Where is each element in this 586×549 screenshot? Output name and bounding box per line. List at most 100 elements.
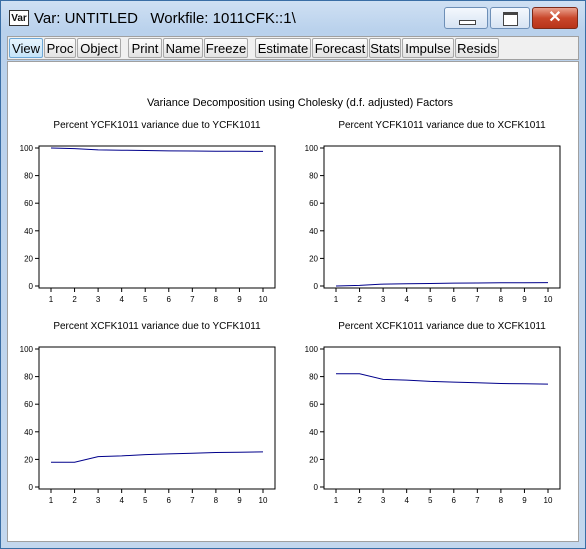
chart-panel-2: Percent YCFK1011 variance due to XCFK101… — [305, 120, 561, 304]
x-tick-label: 7 — [475, 496, 480, 505]
plot-frame — [323, 346, 561, 490]
forecast-button[interactable]: Forecast — [312, 38, 368, 58]
y-tick-label: 40 — [24, 227, 33, 236]
x-tick-label: 3 — [381, 295, 386, 304]
chart-title: Percent YCFK1011 variance due to YCFK101… — [53, 120, 261, 131]
print-button[interactable]: Print — [128, 38, 162, 58]
x-tick-label: 6 — [167, 496, 172, 505]
x-tick-label: 2 — [357, 295, 362, 304]
chart-title: Percent YCFK1011 variance due to XCFK101… — [338, 120, 546, 131]
object-button[interactable]: Object — [77, 38, 121, 58]
x-tick-label: 9 — [237, 496, 242, 505]
y-tick-label: 20 — [309, 455, 318, 464]
x-tick-label: 2 — [357, 496, 362, 505]
plot-frame — [323, 145, 561, 289]
var-app-icon[interactable]: Var — [9, 10, 29, 26]
view-button[interactable]: View — [9, 38, 43, 58]
plot-frame — [38, 346, 276, 490]
name-button[interactable]: Name — [163, 38, 203, 58]
x-tick-label: 7 — [190, 295, 195, 304]
x-tick-label: 5 — [428, 496, 433, 505]
y-tick-label: 60 — [309, 400, 318, 409]
x-tick-label: 6 — [167, 295, 172, 304]
y-tick-label: 100 — [305, 144, 319, 153]
figure-title: Variance Decomposition using Cholesky (d… — [147, 97, 454, 109]
title-bar[interactable]: Var Var: UNTITLED Workfile: 1011CFK::1\ … — [1, 1, 585, 35]
eviews-var-window: Var Var: UNTITLED Workfile: 1011CFK::1\ … — [0, 0, 586, 549]
x-tick-label: 9 — [522, 295, 527, 304]
y-tick-label: 40 — [24, 428, 33, 437]
x-tick-label: 4 — [404, 496, 409, 505]
chart-title: Percent XCFK1011 variance due to YCFK101… — [53, 321, 261, 332]
chart-panel-3: Percent XCFK1011 variance due to YCFK101… — [20, 321, 276, 505]
plot-frame — [38, 145, 276, 289]
x-tick-label: 2 — [72, 496, 77, 505]
x-tick-label: 3 — [96, 496, 101, 505]
resids-button[interactable]: Resids — [455, 38, 499, 58]
graph-area: Variance Decomposition using Cholesky (d… — [7, 61, 579, 542]
stats-button[interactable]: Stats — [369, 38, 401, 58]
x-tick-label: 1 — [334, 496, 339, 505]
x-tick-label: 4 — [119, 295, 124, 304]
y-tick-label: 80 — [24, 172, 33, 181]
x-tick-label: 4 — [404, 295, 409, 304]
x-tick-label: 5 — [428, 295, 433, 304]
freeze-button[interactable]: Freeze — [204, 38, 248, 58]
y-tick-label: 0 — [314, 483, 319, 492]
x-tick-label: 5 — [143, 295, 148, 304]
maximize-button[interactable] — [490, 7, 530, 29]
x-tick-label: 8 — [499, 295, 504, 304]
impulse-button[interactable]: Impulse — [402, 38, 454, 58]
y-tick-label: 60 — [24, 400, 33, 409]
y-tick-label: 0 — [29, 282, 34, 291]
proc-button[interactable]: Proc — [44, 38, 76, 58]
y-tick-label: 0 — [29, 483, 34, 492]
y-tick-label: 0 — [314, 282, 319, 291]
x-tick-label: 10 — [544, 295, 553, 304]
x-tick-label: 10 — [544, 496, 553, 505]
y-tick-label: 80 — [309, 172, 318, 181]
y-tick-label: 20 — [309, 254, 318, 263]
x-tick-label: 3 — [96, 295, 101, 304]
x-tick-label: 7 — [475, 295, 480, 304]
estimate-button[interactable]: Estimate — [255, 38, 311, 58]
x-tick-label: 3 — [381, 496, 386, 505]
x-tick-label: 10 — [259, 496, 268, 505]
close-button[interactable]: ✕ — [532, 7, 578, 29]
minimize-icon — [459, 20, 476, 25]
y-tick-label: 100 — [20, 144, 34, 153]
chart-panel-4: Percent XCFK1011 variance due to XCFK101… — [305, 321, 561, 505]
x-tick-label: 6 — [452, 295, 457, 304]
y-tick-label: 40 — [309, 428, 318, 437]
x-tick-label: 8 — [214, 295, 219, 304]
y-tick-label: 40 — [309, 227, 318, 236]
window-title: Var: UNTITLED Workfile: 1011CFK::1\ — [34, 10, 296, 27]
x-tick-label: 1 — [334, 295, 339, 304]
x-tick-label: 4 — [119, 496, 124, 505]
y-tick-label: 80 — [24, 373, 33, 382]
y-tick-label: 100 — [20, 345, 34, 354]
x-tick-label: 6 — [452, 496, 457, 505]
y-tick-label: 100 — [305, 345, 319, 354]
maximize-icon — [503, 12, 518, 26]
close-icon: ✕ — [548, 9, 562, 26]
x-tick-label: 9 — [237, 295, 242, 304]
x-tick-label: 1 — [49, 295, 54, 304]
y-tick-label: 20 — [24, 254, 33, 263]
chart-panel-1: Percent YCFK1011 variance due to YCFK101… — [20, 120, 276, 304]
object-toolbar: View Proc Object Print Name Freeze Estim… — [7, 36, 579, 60]
x-tick-label: 10 — [259, 295, 268, 304]
x-tick-label: 5 — [143, 496, 148, 505]
y-tick-label: 60 — [24, 199, 33, 208]
x-tick-label: 8 — [499, 496, 504, 505]
y-tick-label: 80 — [309, 373, 318, 382]
chart-title: Percent XCFK1011 variance due to XCFK101… — [338, 321, 546, 332]
y-tick-label: 60 — [309, 199, 318, 208]
x-tick-label: 7 — [190, 496, 195, 505]
y-tick-label: 20 — [24, 455, 33, 464]
variance-decomposition-figure: Variance Decomposition using Cholesky (d… — [20, 97, 561, 505]
x-tick-label: 9 — [522, 496, 527, 505]
x-tick-label: 2 — [72, 295, 77, 304]
minimize-button[interactable] — [444, 7, 488, 29]
x-tick-label: 1 — [49, 496, 54, 505]
